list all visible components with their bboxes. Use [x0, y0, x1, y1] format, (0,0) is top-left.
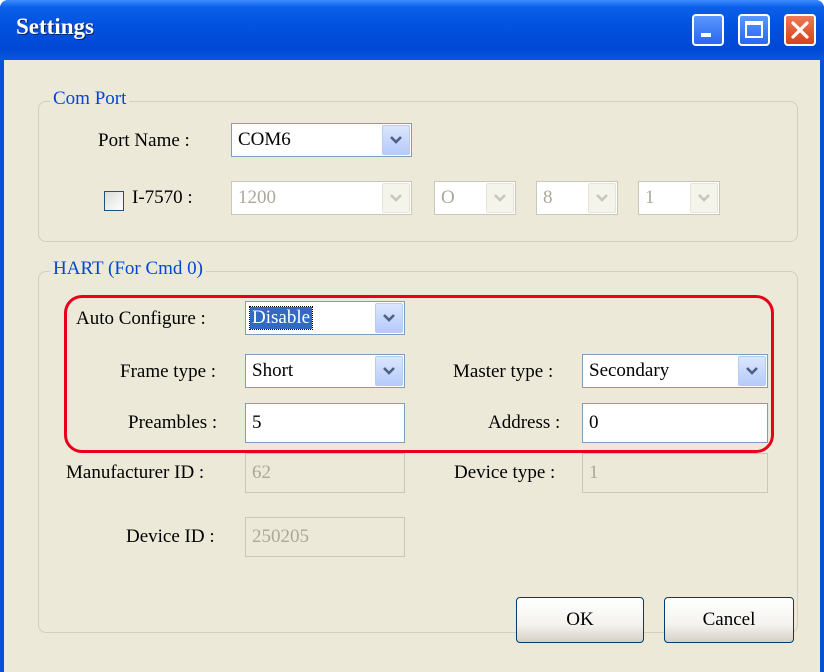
frame-type-value: Short — [252, 360, 294, 381]
chevron-down-icon — [390, 136, 402, 144]
manufacturer-id-input[interactable]: 62 — [245, 453, 405, 493]
data-bits-dropdown-button[interactable] — [588, 183, 616, 213]
preambles-value: 5 — [252, 412, 262, 433]
maximize-button[interactable] — [738, 14, 770, 46]
parity-value: O — [441, 187, 455, 208]
frame-type-label: Frame type : — [120, 361, 217, 382]
device-type-input[interactable]: 1 — [582, 453, 768, 493]
device-type-value: 1 — [589, 462, 599, 483]
minimize-icon — [701, 33, 711, 37]
parity-select[interactable]: O — [434, 181, 516, 215]
close-icon — [791, 21, 809, 39]
chevron-down-icon — [596, 194, 608, 202]
chevron-down-icon — [390, 194, 402, 202]
device-id-value: 250205 — [252, 526, 309, 547]
preambles-label: Preambles : — [128, 412, 218, 433]
manufacturer-id-label: Manufacturer ID : — [66, 462, 205, 483]
preambles-input[interactable]: 5 — [245, 403, 405, 443]
auto-configure-label: Auto Configure : — [76, 308, 206, 329]
chevron-down-icon — [494, 194, 506, 202]
i7570-checkbox[interactable] — [104, 191, 124, 211]
port-name-select[interactable]: COM6 — [231, 123, 412, 157]
address-value: 0 — [589, 412, 599, 433]
cancel-button[interactable]: Cancel — [664, 597, 794, 643]
ok-button[interactable]: OK — [516, 597, 644, 643]
port-name-value: COM6 — [238, 129, 291, 150]
chevron-down-icon — [698, 194, 710, 202]
data-bits-select[interactable]: 8 — [536, 181, 618, 215]
device-id-label: Device ID : — [126, 526, 215, 547]
auto-configure-value: Disable — [248, 306, 314, 330]
com-port-legend: Com Port — [50, 88, 130, 110]
stop-bits-value: 1 — [645, 187, 655, 208]
address-label: Address : — [488, 412, 561, 433]
stop-bits-dropdown-button[interactable] — [690, 183, 718, 213]
port-name-label: Port Name : — [98, 130, 190, 151]
master-type-value: Secondary — [589, 360, 670, 381]
chevron-down-icon — [746, 367, 758, 375]
manufacturer-id-value: 62 — [252, 462, 271, 483]
minimize-button[interactable] — [692, 14, 724, 46]
client-area: Com Port Port Name : COM6 I-7570 : 1200 … — [4, 60, 820, 672]
close-button[interactable] — [784, 14, 816, 46]
device-id-input[interactable]: 250205 — [245, 517, 405, 557]
address-input[interactable]: 0 — [582, 403, 768, 443]
title-bar[interactable]: Settings — [0, 0, 824, 60]
data-bits-value: 8 — [543, 187, 553, 208]
frame-type-dropdown-button[interactable] — [375, 356, 403, 386]
auto-configure-dropdown-button[interactable] — [375, 303, 403, 333]
master-type-label: Master type : — [453, 361, 554, 382]
stop-bits-select[interactable]: 1 — [638, 181, 720, 215]
master-type-select[interactable]: Secondary — [582, 354, 768, 388]
window-title: Settings — [16, 14, 94, 39]
port-name-dropdown-button[interactable] — [382, 125, 410, 155]
master-type-dropdown-button[interactable] — [738, 356, 766, 386]
chevron-down-icon — [383, 314, 395, 322]
i7570-label: I-7570 : — [132, 187, 193, 208]
chevron-down-icon — [383, 367, 395, 375]
hart-legend: HART (For Cmd 0) — [50, 258, 206, 280]
auto-configure-select[interactable]: Disable — [245, 301, 405, 335]
baud-rate-select[interactable]: 1200 — [231, 181, 412, 215]
parity-dropdown-button[interactable] — [486, 183, 514, 213]
device-type-label: Device type : — [454, 462, 556, 483]
maximize-icon — [745, 21, 763, 38]
baud-rate-dropdown-button[interactable] — [382, 183, 410, 213]
baud-rate-value: 1200 — [238, 187, 276, 208]
com-port-group — [38, 101, 798, 242]
frame-type-select[interactable]: Short — [245, 354, 405, 388]
settings-window: Settings Com Port Port Name : COM6 I-757… — [0, 0, 824, 672]
